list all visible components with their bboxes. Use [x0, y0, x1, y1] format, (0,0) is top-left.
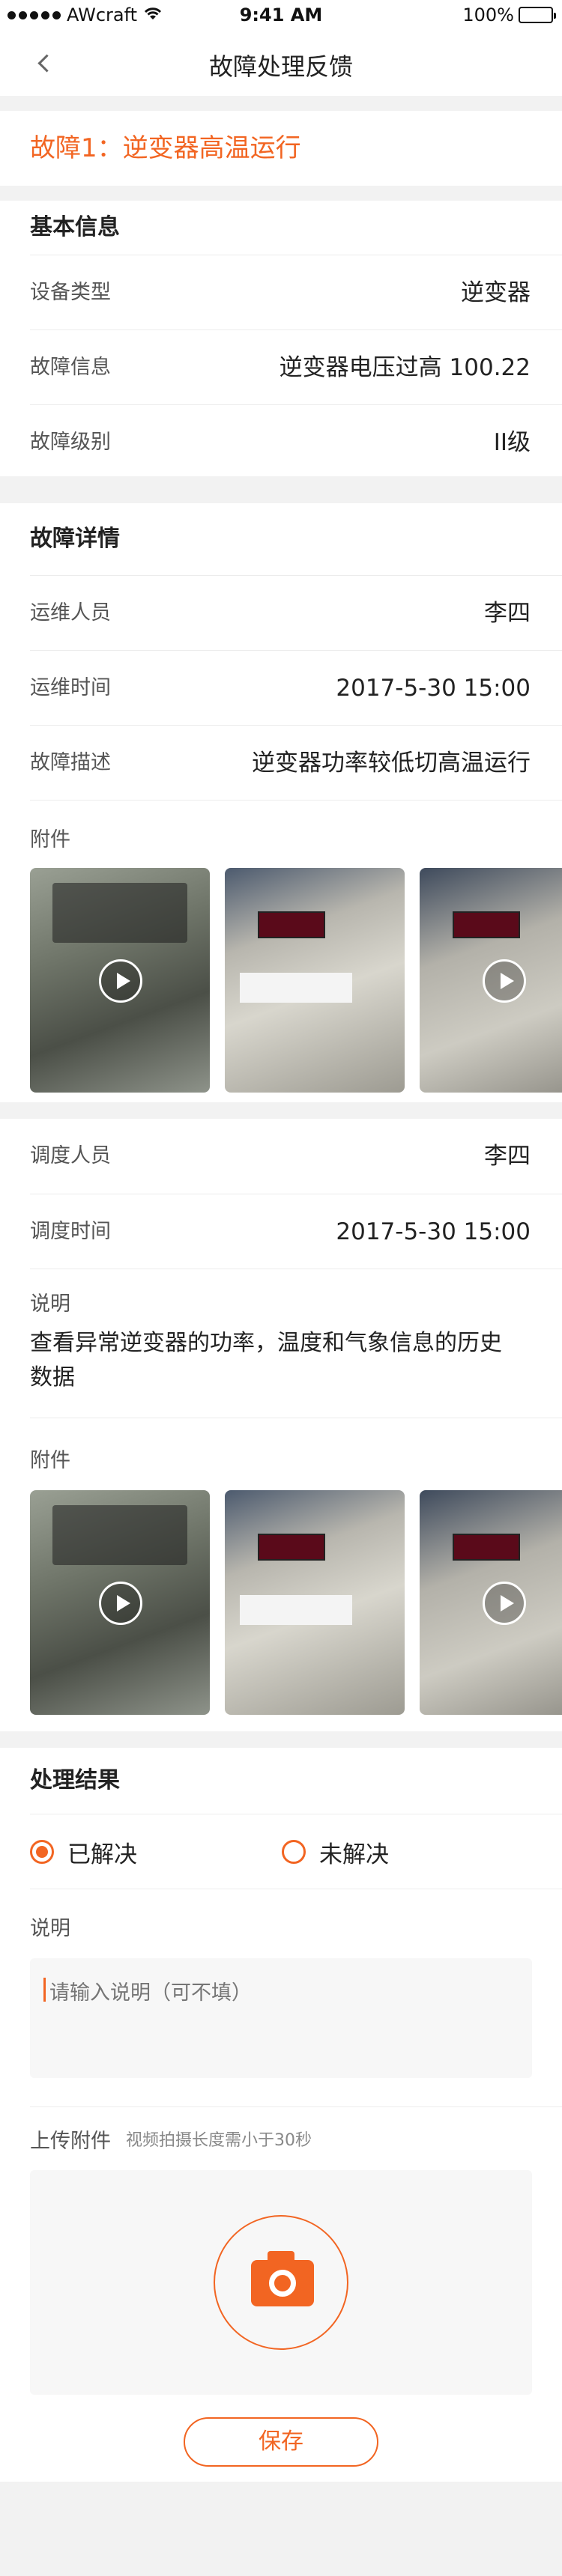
dispatch-section: 调度人员 李四 调度时间 2017-5-30 15:00 说明 查看异常逆变器的…: [0, 1119, 562, 1731]
section-header-fault-detail: 故障详情: [30, 526, 120, 552]
result-desc-label: 说明: [30, 1917, 70, 1940]
detail-row-operation-time: 运维时间 2017-5-30 15:00: [30, 650, 562, 725]
fault-title: 故障1：逆变器高温运行: [0, 111, 562, 186]
row-value: 逆变器电压过高 100.22: [279, 354, 531, 381]
camera-button[interactable]: [214, 2215, 348, 2350]
save-button[interactable]: 保存: [184, 2417, 378, 2467]
status-bar: AWcraft 9:41 AM 100%: [0, 0, 562, 30]
row-label: 调度时间: [30, 1220, 111, 1243]
radio-label: 未解决: [319, 1841, 389, 1868]
row-label: 故障描述: [30, 751, 111, 774]
detail-row-description: 故障描述 逆变器功率较低切高温运行: [30, 725, 562, 800]
row-label: 设备类型: [30, 281, 111, 304]
attachments-label: 附件: [30, 1449, 70, 1472]
row-value: 逆变器: [461, 279, 531, 306]
upload-area: [0, 2170, 562, 2402]
row-label: 运维时间: [30, 676, 111, 699]
battery-icon: [519, 7, 556, 23]
info-row-fault-info: 故障信息 逆变器电压过高 100.22: [30, 329, 562, 404]
detail-row-operator: 运维人员 李四: [30, 575, 562, 650]
row-label: 运维人员: [30, 601, 111, 625]
play-icon[interactable]: [99, 1582, 142, 1625]
info-row-fault-level: 故障级别 II级: [30, 404, 562, 479]
section-header-result: 处理结果: [30, 1767, 120, 1793]
row-label: 故障级别: [30, 431, 111, 454]
dispatch-row-dispatch-time: 调度时间 2017-5-30 15:00: [30, 1194, 562, 1269]
result-desc-input[interactable]: [30, 1958, 532, 2078]
text-cursor: [43, 1978, 46, 2002]
radio-unresolved[interactable]: 未解决: [282, 1814, 389, 1889]
nav-bar: 故障处理反馈: [0, 30, 562, 96]
upload-hint: 视频拍摄长度需小于30秒: [126, 2131, 312, 2150]
row-value: 李四: [484, 1143, 531, 1170]
play-icon[interactable]: [483, 1582, 526, 1625]
row-label: 故障信息: [30, 356, 111, 379]
video-thumbnail[interactable]: [420, 1490, 562, 1715]
section-header-basic-info: 基本信息: [30, 214, 120, 240]
battery-group: 100%: [462, 4, 556, 25]
dispatch-row-dispatcher: 调度人员 李四: [30, 1119, 562, 1194]
dispatch-desc-label: 说明: [30, 1292, 70, 1316]
upload-box: [30, 2170, 532, 2395]
attachments-label: 附件: [30, 828, 70, 851]
upload-header: 上传附件 视频拍摄长度需小于30秒: [0, 2107, 562, 2170]
upload-label: 上传附件: [30, 2129, 111, 2153]
basic-info-section: 基本信息 设备类型 逆变器 故障信息 逆变器电压过高 100.22 故障级别 I…: [0, 201, 562, 476]
dispatch-desc-text: 查看异常逆变器的功率，温度和气象信息的历史数据: [30, 1330, 502, 1391]
row-value: 逆变器功率较低切高温运行: [252, 750, 531, 777]
row-value: 2017-5-30 15:00: [336, 1218, 531, 1245]
result-section: 处理结果 已解决 未解决 说明 上传附件 视频拍摄长度需小于30秒 保存: [0, 1748, 562, 2482]
row-value: II级: [493, 429, 531, 456]
attachment-gallery: [0, 1490, 562, 1715]
row-value: 李四: [484, 600, 531, 627]
image-thumbnail[interactable]: [225, 1490, 405, 1715]
play-icon[interactable]: [483, 959, 526, 1003]
video-thumbnail[interactable]: [30, 1490, 210, 1715]
radio-label: 已解决: [67, 1841, 137, 1868]
camera-icon: [251, 2251, 314, 2306]
video-thumbnail[interactable]: [30, 868, 210, 1093]
radio-resolved[interactable]: 已解决: [30, 1814, 137, 1889]
page-title: 故障处理反馈: [208, 52, 353, 81]
play-icon[interactable]: [99, 959, 142, 1003]
row-label: 调度人员: [30, 1144, 111, 1167]
battery-percent: 100%: [462, 4, 514, 25]
result-desc-wrapper: [0, 1958, 562, 2087]
info-row-device-type: 设备类型 逆变器: [30, 255, 562, 329]
radio-checked-icon: [30, 1840, 54, 1864]
image-thumbnail[interactable]: [225, 868, 405, 1093]
video-thumbnail[interactable]: [420, 868, 562, 1093]
fault-detail-section: 故障详情 运维人员 李四 运维时间 2017-5-30 15:00 故障描述 逆…: [0, 503, 562, 1102]
attachment-gallery: [0, 868, 562, 1093]
result-radio-group: 已解决 未解决: [30, 1814, 562, 1889]
radio-unchecked-icon: [282, 1840, 306, 1864]
row-value: 2017-5-30 15:00: [336, 675, 531, 702]
